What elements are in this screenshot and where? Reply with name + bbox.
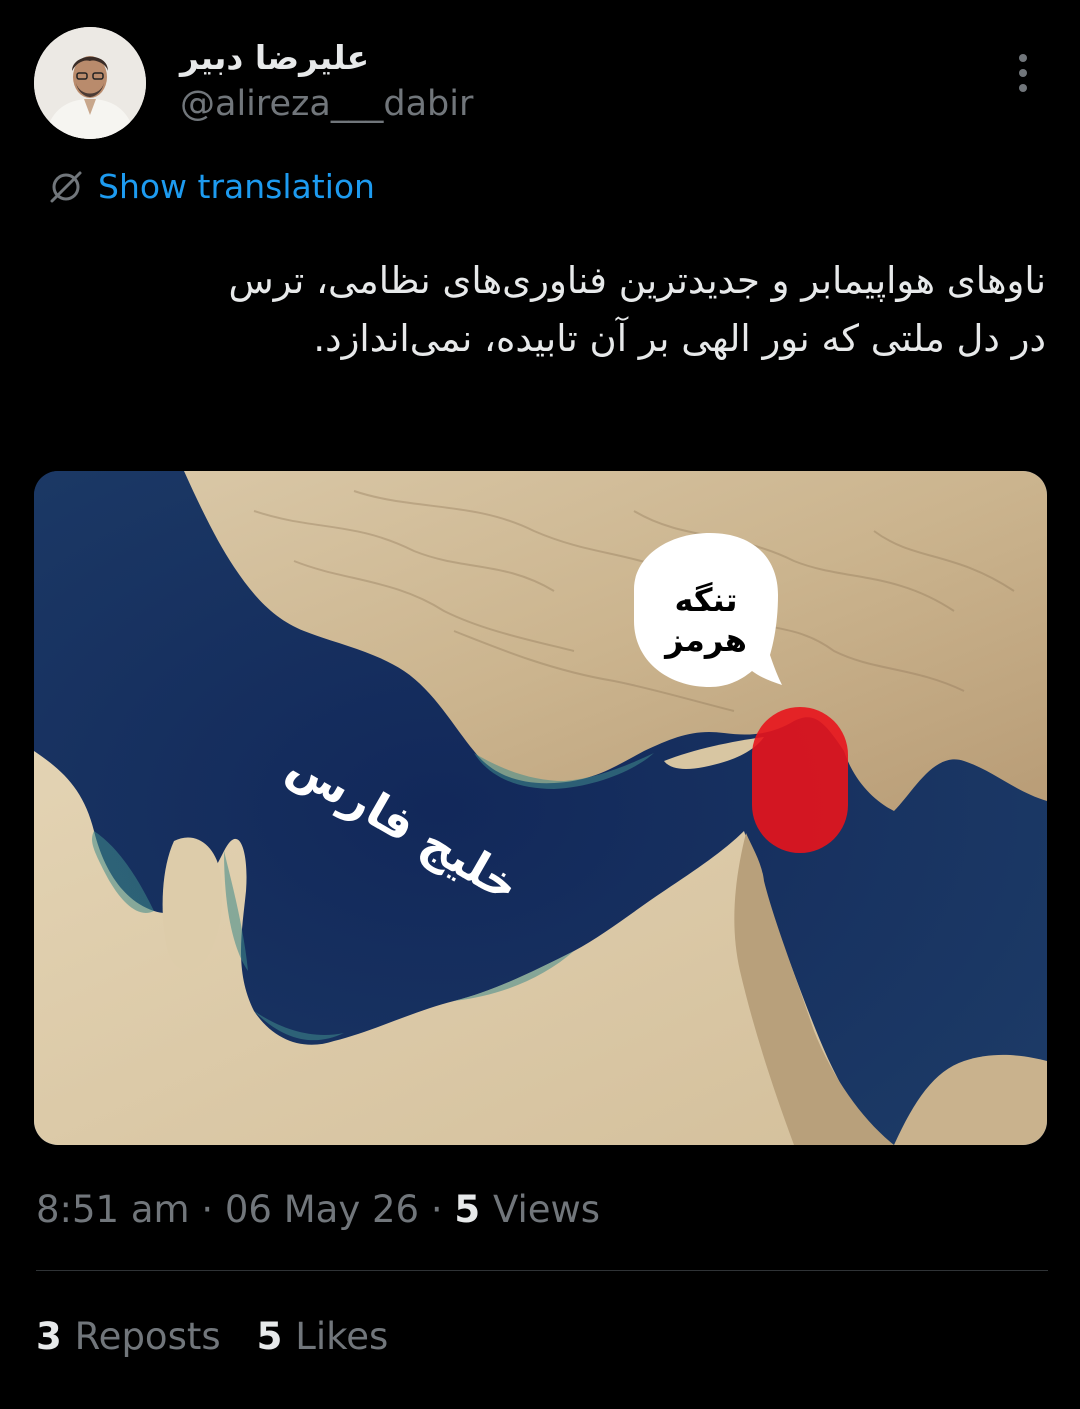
author-handle[interactable]: @alireza___dabir [180,84,473,124]
likes-count: 5 [256,1315,296,1358]
tweet-date[interactable]: 06 May 26 [225,1188,419,1231]
strait-highlight [752,707,848,853]
author-display-name[interactable]: علیرضا دبیر [180,38,369,77]
reposts-count: 3 [36,1315,75,1358]
views-label: Views [493,1188,601,1231]
person-avatar-icon [34,27,146,139]
likes-stat[interactable]: 5 Likes [257,1315,389,1358]
reposts-stat[interactable]: 3 Reposts [36,1315,221,1358]
tweet-time[interactable]: 8:51 am [36,1188,190,1231]
tweet-meta: 8:51 am · 06 May 26 · 5 Views [36,1188,600,1231]
meta-separator: · [201,1188,225,1231]
tweet-stats: 3 Reposts 5 Likes [36,1315,388,1358]
tweet-detail: علیرضا دبیر @alireza___dabir Show transl… [0,0,1080,1409]
globe-slash-icon [50,171,82,203]
reposts-label: Reposts [74,1315,221,1358]
divider [36,1270,1048,1271]
more-vertical-icon[interactable] [1006,50,1040,96]
views-count: 5 [454,1188,493,1231]
tweet-text-line-1: ناوهای هواپیمابر و جدیدترین فناوری‌های ن… [228,259,1046,302]
meta-separator: · [430,1188,455,1231]
likes-label: Likes [295,1315,389,1358]
show-translation-button[interactable]: Show translation [46,166,375,206]
tweet-text-line-2: در دل ملتی که نور الهی بر آن تابیده، نمی… [313,317,1046,360]
tweet-text: ناوهای هواپیمابر و جدیدترین فناوری‌های ن… [36,252,1046,368]
tweet-media-image[interactable]: تنگه هرمز خلیج فارس [34,471,1047,1145]
show-translation-label: Show translation [98,166,375,206]
strait-label-line1: تنگه [674,581,737,619]
avatar[interactable] [34,27,146,139]
strait-label-line2: هرمز [663,621,747,659]
map-image: تنگه هرمز خلیج فارس [34,471,1047,1145]
